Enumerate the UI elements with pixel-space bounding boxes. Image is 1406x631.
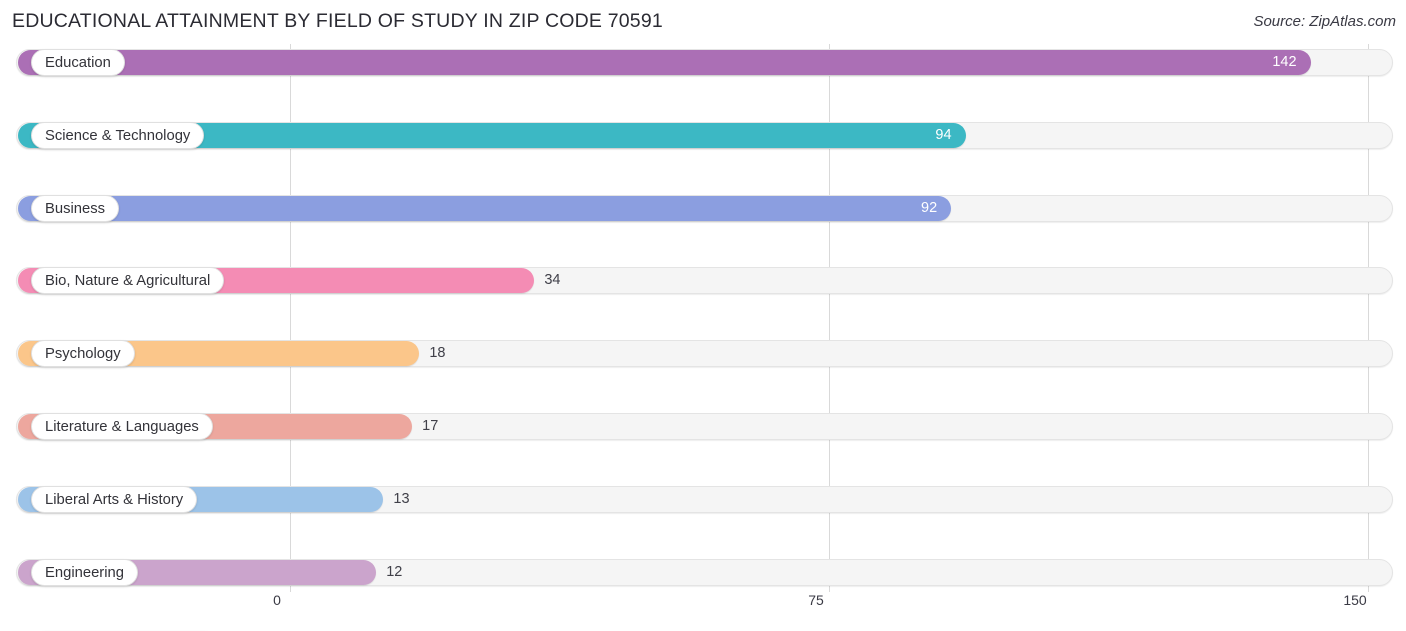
- category-label[interactable]: Liberal Arts & History: [31, 485, 198, 513]
- page-title: EDUCATIONAL ATTAINMENT BY FIELD OF STUDY…: [12, 10, 663, 32]
- bar-education[interactable]: [18, 50, 1311, 75]
- source-attribution: Source: ZipAtlas.com: [1253, 13, 1396, 30]
- bar-value-label: 34: [544, 272, 561, 289]
- bar-value-label: 94: [935, 126, 952, 143]
- plot-area: 142 Education 94 Science & Technology 92 Busi…: [0, 44, 1406, 592]
- bar-row: 18 Psychology: [0, 335, 1406, 371]
- bar-value-label: 13: [393, 490, 410, 507]
- x-axis-tick-label: 150: [1343, 592, 1367, 608]
- bar-row: 34 Bio, Nature & Agricultural: [0, 262, 1406, 298]
- chart-root: EDUCATIONAL ATTAINMENT BY FIELD OF STUDY…: [0, 0, 1406, 631]
- bar-rows: 142 Education 94 Science & Technology 92 Busi…: [0, 44, 1406, 590]
- bar-row: 13 Liberal Arts & History: [0, 481, 1406, 517]
- category-label[interactable]: Psychology: [31, 340, 135, 368]
- x-axis-tick-label: 0: [273, 592, 281, 608]
- category-label[interactable]: Engineering: [31, 558, 138, 586]
- bar-value-label: 12: [386, 563, 403, 580]
- bar-row: 142 Education: [0, 44, 1406, 80]
- bar-row: 92 Business: [0, 190, 1406, 226]
- x-axis: 0 75 150: [0, 592, 1406, 631]
- category-label[interactable]: Education: [31, 49, 125, 76]
- bar-row: 17 Literature & Languages: [0, 408, 1406, 444]
- chart-header: EDUCATIONAL ATTAINMENT BY FIELD OF STUDY…: [0, 0, 1406, 44]
- x-axis-tick-label: 75: [808, 592, 824, 608]
- category-label[interactable]: Science & Technology: [31, 121, 205, 149]
- bar-value-label: 18: [429, 345, 446, 362]
- category-label[interactable]: Literature & Languages: [31, 412, 213, 440]
- bar-value-label: 92: [921, 199, 938, 216]
- bar-value-label: 17: [422, 417, 439, 434]
- bar-row: 94 Science & Technology: [0, 117, 1406, 153]
- bar-row: 12 Engineering: [0, 554, 1406, 590]
- bar-value-label: 142: [1272, 54, 1297, 70]
- bar-business[interactable]: [18, 195, 952, 221]
- category-label[interactable]: Bio, Nature & Agricultural: [31, 267, 225, 295]
- category-label[interactable]: Business: [31, 194, 120, 222]
